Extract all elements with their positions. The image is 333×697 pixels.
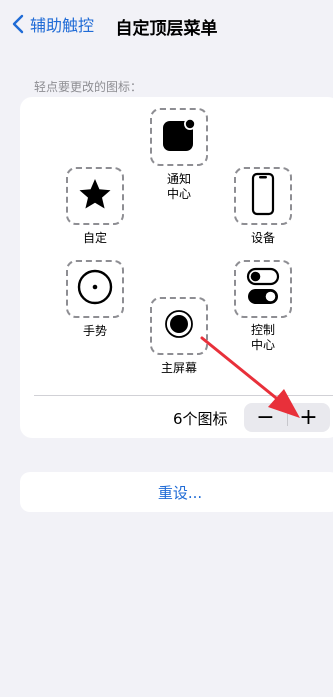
notification-icon — [161, 117, 197, 157]
page-title: 自定顶层菜单 — [115, 19, 218, 39]
icon-count-label: 6个图标 — [173, 410, 228, 428]
device-icon — [251, 172, 275, 220]
star-icon — [78, 177, 112, 215]
reset-button[interactable]: 重设... — [20, 472, 333, 512]
slot-custom[interactable] — [66, 167, 124, 225]
slot-label-gesture: 手势 — [82, 324, 107, 338]
navigation-bar: 辅助触控 自定顶层菜单 — [0, 0, 333, 52]
slot-label-notification-center: 通知 中心 — [166, 172, 191, 201]
control-center-icon — [246, 267, 280, 311]
slot-label-control-center: 控制 中心 — [250, 323, 275, 352]
icon-grid-card: 通知 中心 自定 设备 手势 控制 中心 主屏幕 6个图标 − + — [20, 97, 333, 438]
slot-label-device: 设备 — [250, 231, 275, 245]
decrement-button[interactable]: − — [244, 403, 287, 432]
section-label: 轻点要更改的图标： — [34, 80, 143, 94]
slot-label-home: 主屏幕 — [160, 361, 197, 375]
slot-control-center[interactable] — [234, 260, 292, 318]
gesture-icon — [76, 268, 114, 310]
slot-gesture[interactable] — [66, 260, 124, 318]
increment-button[interactable]: + — [287, 403, 330, 432]
icon-count-stepper: − + — [244, 403, 330, 432]
slot-label-custom: 自定 — [82, 231, 107, 245]
slot-device[interactable] — [234, 167, 292, 225]
slot-home[interactable] — [150, 297, 208, 355]
divider — [34, 395, 333, 396]
home-icon — [164, 309, 194, 343]
slot-notification-center[interactable] — [150, 108, 208, 166]
